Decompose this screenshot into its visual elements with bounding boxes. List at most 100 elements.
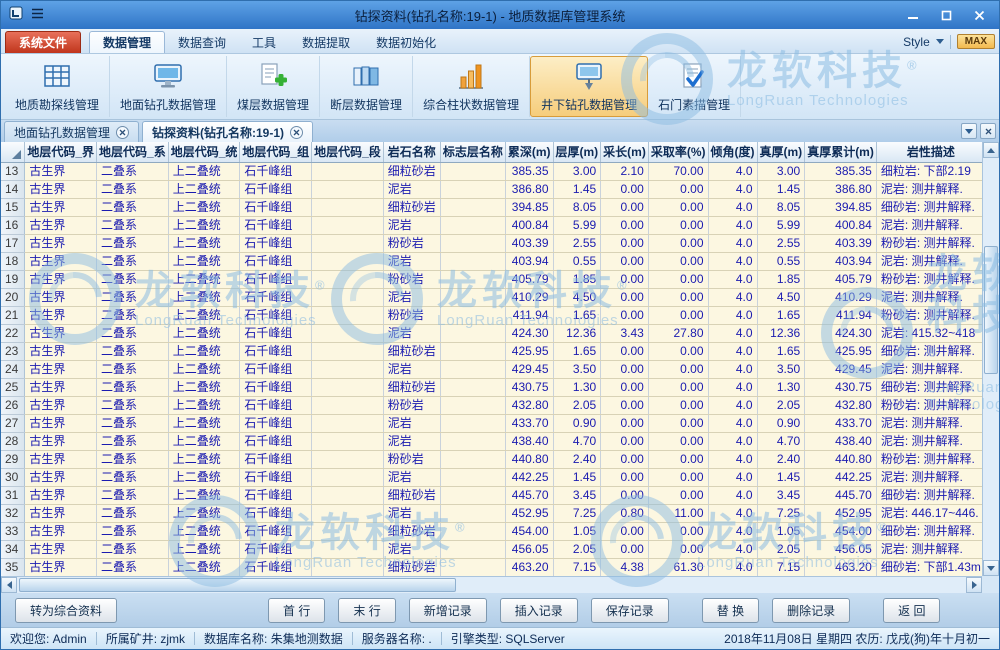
grid-cell[interactable]: 1.05 — [553, 522, 601, 540]
grid-cell[interactable] — [312, 306, 384, 324]
grid-cell[interactable]: 0.00 — [601, 432, 649, 450]
grid-cell[interactable]: 泥岩: 测井解释. — [876, 288, 982, 306]
grid-cell[interactable]: 上二叠统 — [168, 504, 240, 522]
grid-cell[interactable]: 4.38 — [601, 558, 649, 576]
grid-cell[interactable]: 0.00 — [648, 306, 708, 324]
grid-cell[interactable]: 二叠系 — [97, 306, 169, 324]
scroll-right-button[interactable] — [966, 577, 982, 593]
grid-cell[interactable]: 泥岩: 446.17~446. — [876, 504, 982, 522]
grid-cell[interactable]: 438.40 — [505, 432, 553, 450]
grid-cell[interactable]: 泥岩 — [383, 468, 440, 486]
grid-cell[interactable]: 粉砂岩: 测井解释. — [876, 270, 982, 288]
grid-cell[interactable]: 石千峰组 — [240, 198, 312, 216]
table-row[interactable]: 13古生界二叠系上二叠统石千峰组细粒砂岩385.353.002.1070.004… — [1, 162, 982, 180]
table-row[interactable]: 23古生界二叠系上二叠统石千峰组细粒砂岩425.951.650.000.004.… — [1, 342, 982, 360]
grid-cell[interactable]: 泥岩: 测井解释. — [876, 216, 982, 234]
grid-cell[interactable] — [440, 540, 505, 558]
grid-cell[interactable]: 石千峰组 — [240, 522, 312, 540]
ribbon-button-fault[interactable]: 断层数据管理 — [320, 56, 413, 117]
grid-cell[interactable]: 411.94 — [805, 306, 877, 324]
grid-cell[interactable]: 7.25 — [757, 504, 805, 522]
column-header[interactable]: 地层代码_统 — [168, 142, 240, 162]
grid-cell[interactable] — [440, 234, 505, 252]
grid-cell[interactable]: 二叠系 — [97, 180, 169, 198]
grid-cell[interactable]: 石千峰组 — [240, 180, 312, 198]
grid-cell[interactable]: 425.95 — [505, 342, 553, 360]
grid-cell[interactable]: 12.36 — [553, 324, 601, 342]
grid-cell[interactable]: 2.55 — [553, 234, 601, 252]
row-number-cell[interactable]: 21 — [1, 306, 25, 324]
table-row[interactable]: 17古生界二叠系上二叠统石千峰组粉砂岩403.392.550.000.004.0… — [1, 234, 982, 252]
grid-cell[interactable]: 上二叠统 — [168, 558, 240, 576]
grid-cell[interactable]: 403.39 — [805, 234, 877, 252]
grid-cell[interactable]: 上二叠统 — [168, 360, 240, 378]
row-number-cell[interactable]: 27 — [1, 414, 25, 432]
grid-cell[interactable]: 古生界 — [25, 522, 97, 540]
grid-cell[interactable]: 二叠系 — [97, 288, 169, 306]
grid-cell[interactable] — [440, 216, 505, 234]
grid-cell[interactable]: 2.40 — [757, 450, 805, 468]
column-header[interactable]: 地层代码_组 — [240, 142, 312, 162]
ribbon-button-underground-borehole[interactable]: 井下钻孔数据管理 — [530, 56, 648, 117]
grid-cell[interactable]: 405.79 — [805, 270, 877, 288]
grid-cell[interactable]: 细粒砂岩 — [383, 486, 440, 504]
grid-cell[interactable]: 4.0 — [708, 450, 757, 468]
table-row[interactable]: 25古生界二叠系上二叠统石千峰组细粒砂岩430.751.300.000.004.… — [1, 378, 982, 396]
first-row-button[interactable]: 首 行 — [268, 598, 325, 623]
table-row[interactable]: 22古生界二叠系上二叠统石千峰组泥岩424.3012.363.4327.804.… — [1, 324, 982, 342]
grid-cell[interactable]: 0.80 — [601, 504, 649, 522]
grid-cell[interactable]: 8.05 — [553, 198, 601, 216]
grid-cell[interactable]: 4.0 — [708, 522, 757, 540]
grid-cell[interactable]: 7.15 — [553, 558, 601, 576]
grid-cell[interactable]: 4.70 — [757, 432, 805, 450]
grid-cell[interactable]: 粉砂岩 — [383, 450, 440, 468]
grid-cell[interactable] — [312, 432, 384, 450]
maximize-button[interactable] — [934, 6, 957, 24]
system-file-button[interactable]: 系统文件 — [5, 31, 81, 53]
grid-cell[interactable] — [440, 342, 505, 360]
grid-cell[interactable]: 1.65 — [553, 342, 601, 360]
grid-cell[interactable]: 452.95 — [505, 504, 553, 522]
grid-cell[interactable]: 4.0 — [708, 216, 757, 234]
grid-cell[interactable]: 1.30 — [553, 378, 601, 396]
ribbon-button-survey-line[interactable]: 地质勘探线管理 — [5, 56, 110, 117]
grid-cell[interactable]: 4.0 — [708, 270, 757, 288]
grid-cell[interactable]: 3.00 — [553, 162, 601, 180]
doc-tab-drilling-data[interactable]: 钻探资料(钻孔名称:19-1) — [142, 121, 313, 142]
grid-cell[interactable]: 古生界 — [25, 162, 97, 180]
grid-cell[interactable]: 古生界 — [25, 432, 97, 450]
column-header[interactable]: 标志层名称 — [440, 142, 505, 162]
table-row[interactable]: 19古生界二叠系上二叠统石千峰组粉砂岩405.791.850.000.004.0… — [1, 270, 982, 288]
grid-cell[interactable]: 0.00 — [601, 198, 649, 216]
grid-cell[interactable]: 上二叠统 — [168, 252, 240, 270]
grid-cell[interactable]: 4.50 — [553, 288, 601, 306]
grid-cell[interactable]: 细粒砂岩 — [383, 162, 440, 180]
grid-cell[interactable]: 1.65 — [757, 306, 805, 324]
grid-cell[interactable]: 石千峰组 — [240, 324, 312, 342]
grid-cell[interactable]: 456.05 — [505, 540, 553, 558]
grid-cell[interactable]: 463.20 — [805, 558, 877, 576]
grid-cell[interactable]: 0.90 — [553, 414, 601, 432]
table-row[interactable]: 31古生界二叠系上二叠统石千峰组细粒砂岩445.703.450.000.004.… — [1, 486, 982, 504]
grid-cell[interactable]: 27.80 — [648, 324, 708, 342]
grid-cell[interactable]: 445.70 — [805, 486, 877, 504]
grid-cell[interactable] — [440, 558, 505, 576]
tab-data-management[interactable]: 数据管理 — [89, 31, 165, 53]
grid-cell[interactable] — [440, 306, 505, 324]
table-row[interactable]: 21古生界二叠系上二叠统石千峰组粉砂岩411.941.650.000.004.0… — [1, 306, 982, 324]
grid-cell[interactable]: 11.00 — [648, 504, 708, 522]
grid-cell[interactable]: 二叠系 — [97, 216, 169, 234]
grid-cell[interactable]: 410.29 — [505, 288, 553, 306]
grid-cell[interactable]: 古生界 — [25, 360, 97, 378]
grid-cell[interactable]: 粉砂岩 — [383, 306, 440, 324]
column-header[interactable]: 采取率(%) — [648, 142, 708, 162]
grid-cell[interactable]: 0.00 — [648, 234, 708, 252]
grid-cell[interactable]: 1.45 — [553, 468, 601, 486]
grid-cell[interactable]: 454.00 — [505, 522, 553, 540]
grid-cell[interactable] — [312, 504, 384, 522]
grid-cell[interactable] — [440, 504, 505, 522]
grid-cell[interactable]: 0.00 — [601, 378, 649, 396]
grid-cell[interactable]: 粉砂岩 — [383, 396, 440, 414]
vertical-scroll-track[interactable] — [983, 158, 999, 560]
grid-cell[interactable]: 2.55 — [757, 234, 805, 252]
